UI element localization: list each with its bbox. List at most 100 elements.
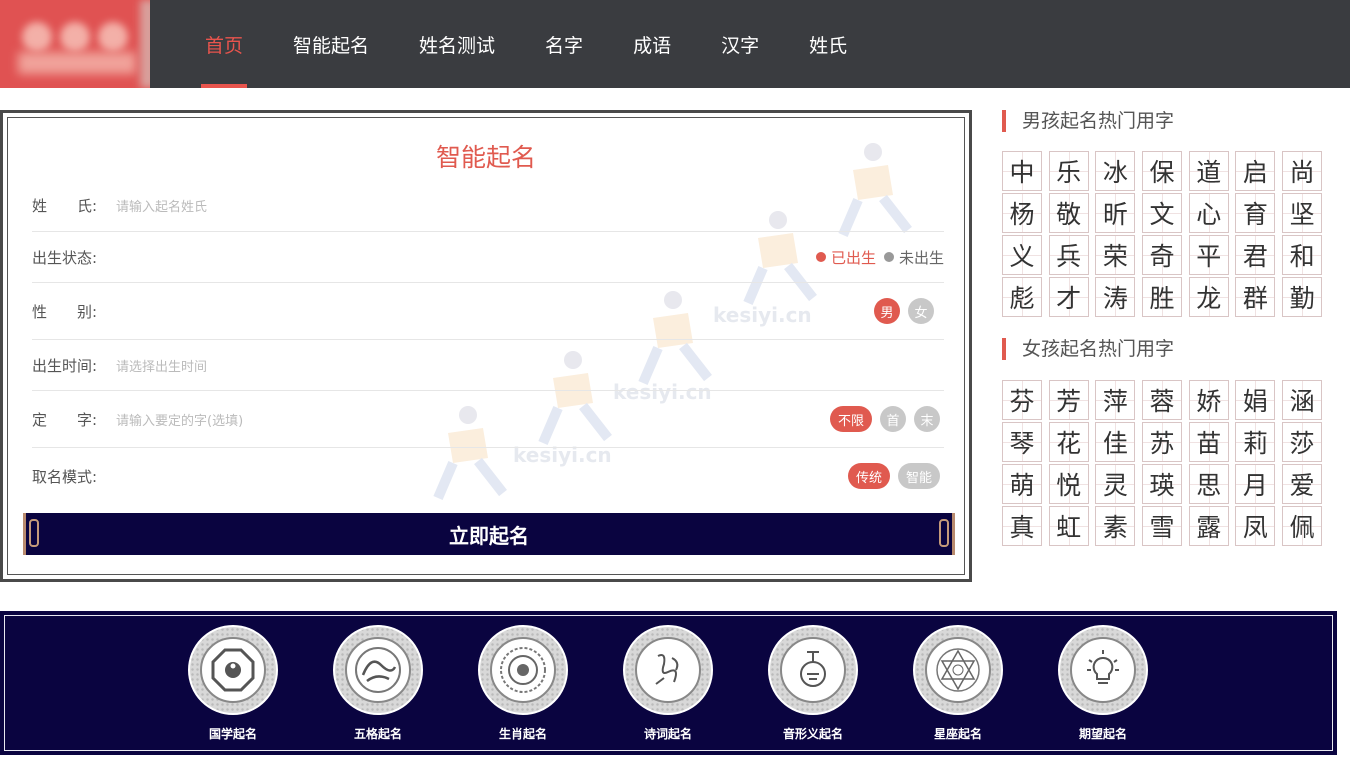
hot-char-cell[interactable]: 启 (1235, 151, 1276, 191)
hot-char-cell[interactable]: 芳 (1048, 380, 1089, 420)
hot-char-cell[interactable]: 涛 (1095, 277, 1136, 317)
submit-button[interactable]: 立即起名 (23, 513, 955, 555)
hot-char-cell[interactable]: 露 (1188, 506, 1229, 546)
hot-char-cell[interactable]: 花 (1048, 422, 1089, 462)
category-item[interactable]: 星座起名 (913, 625, 1003, 742)
category-item[interactable]: 诗词起名 (623, 625, 713, 742)
category-item[interactable]: 期望起名 (1058, 625, 1148, 742)
birth-time-label: 出生时间: (32, 356, 98, 375)
girl-chars-grid: 芬芳萍蓉娇娟涵琴花佳苏苗莉莎萌悦灵瑛思月爱真虹素雪露凤佩 (1002, 380, 1323, 546)
hot-char-cell[interactable]: 才 (1048, 277, 1089, 317)
hot-char-cell[interactable]: 和 (1282, 235, 1323, 275)
surname-input[interactable]: 请输入起名姓氏 (116, 196, 944, 215)
hot-char-cell[interactable]: 杨 (1002, 193, 1042, 233)
site-logo[interactable] (0, 0, 150, 88)
gender-female-button[interactable]: 女 (908, 298, 934, 324)
hot-char-cell[interactable]: 娟 (1235, 380, 1276, 420)
hot-char-cell[interactable]: 苗 (1188, 422, 1229, 462)
hot-char-cell[interactable]: 文 (1142, 193, 1183, 233)
mode-row: 取名模式: 传统 智能 (32, 448, 944, 504)
hot-char-cell[interactable]: 瑛 (1142, 464, 1183, 504)
nav-names[interactable]: 名字 (520, 0, 608, 88)
unborn-radio[interactable]: 未出生 (883, 247, 944, 268)
nav-smart-naming[interactable]: 智能起名 (268, 0, 394, 88)
gender-male-button[interactable]: 男 (874, 298, 900, 324)
fixed-char-input[interactable]: 请输入要定的字(选填) (116, 410, 830, 429)
category-item[interactable]: 国学起名 (188, 625, 278, 742)
hot-char-cell[interactable]: 中 (1002, 151, 1042, 191)
nav-surnames[interactable]: 姓氏 (784, 0, 872, 88)
hot-char-cell[interactable]: 保 (1142, 151, 1183, 191)
hot-char-cell[interactable]: 乐 (1048, 151, 1089, 191)
hot-char-cell[interactable]: 昕 (1095, 193, 1136, 233)
nav-idioms[interactable]: 成语 (608, 0, 696, 88)
calligraphy-icon (635, 637, 701, 703)
hot-char-cell[interactable]: 娇 (1188, 380, 1229, 420)
category-label: 生肖起名 (498, 727, 547, 741)
nav-home[interactable]: 首页 (180, 0, 268, 88)
fixed-last-button[interactable]: 末 (914, 406, 940, 432)
hot-char-cell[interactable]: 思 (1188, 464, 1229, 504)
hot-char-cell[interactable]: 萌 (1002, 464, 1042, 504)
category-item[interactable]: 五格起名 (333, 625, 423, 742)
hot-char-cell[interactable]: 悦 (1048, 464, 1089, 504)
surname-row: 姓 氏: 请输入起名姓氏 (32, 180, 944, 232)
category-item[interactable]: 音形义起名 (768, 625, 858, 742)
hot-char-cell[interactable]: 兵 (1048, 235, 1089, 275)
hot-char-cell[interactable]: 虹 (1048, 506, 1089, 546)
hot-char-cell[interactable]: 苏 (1142, 422, 1183, 462)
category-label: 五格起名 (353, 727, 402, 741)
fixed-char-label: 定 字: (32, 410, 98, 429)
hot-char-cell[interactable]: 凤 (1235, 506, 1276, 546)
mode-traditional-button[interactable]: 传统 (847, 463, 890, 489)
hot-char-cell[interactable]: 敬 (1048, 193, 1089, 233)
hot-char-cell[interactable]: 平 (1188, 235, 1229, 275)
hot-char-cell[interactable]: 君 (1235, 235, 1276, 275)
hot-char-cell[interactable]: 爱 (1282, 464, 1323, 504)
hot-char-cell[interactable]: 奇 (1142, 235, 1183, 275)
star-mandala-icon (925, 637, 991, 703)
hot-char-cell[interactable]: 真 (1002, 506, 1042, 546)
hot-char-cell[interactable]: 尚 (1282, 151, 1323, 191)
born-radio[interactable]: 已出生 (815, 247, 876, 268)
hot-char-cell[interactable]: 勤 (1282, 277, 1323, 317)
hot-char-cell[interactable]: 佳 (1095, 422, 1136, 462)
hot-char-cell[interactable]: 素 (1095, 506, 1136, 546)
hot-char-cell[interactable]: 胜 (1142, 277, 1183, 317)
hot-char-cell[interactable]: 芬 (1002, 380, 1042, 420)
hot-char-cell[interactable]: 佩 (1282, 506, 1323, 546)
zodiac-wheel-icon (490, 637, 556, 703)
hot-char-cell[interactable]: 育 (1235, 193, 1276, 233)
hot-char-cell[interactable]: 莎 (1282, 422, 1323, 462)
hot-char-cell[interactable]: 彪 (1002, 277, 1042, 317)
fixed-first-button[interactable]: 首 (880, 406, 906, 432)
hot-char-cell[interactable]: 蓉 (1142, 380, 1183, 420)
hot-char-cell[interactable]: 莉 (1235, 422, 1276, 462)
fixed-any-button[interactable]: 不限 (829, 406, 872, 432)
hot-char-cell[interactable]: 琴 (1002, 422, 1042, 462)
hot-char-cell[interactable]: 涵 (1282, 380, 1323, 420)
category-item[interactable]: 生肖起名 (478, 625, 568, 742)
top-header: 首页 智能起名 姓名测试 名字 成语 汉字 姓氏 (0, 0, 1350, 88)
hot-char-cell[interactable]: 龙 (1188, 277, 1229, 317)
hot-char-cell[interactable]: 群 (1235, 277, 1276, 317)
birth-status-row: 出生状态: 已出生 未出生 (32, 232, 944, 283)
hot-char-cell[interactable]: 义 (1002, 235, 1042, 275)
hot-char-cell[interactable]: 萍 (1095, 380, 1136, 420)
category-label: 音形义起名 (782, 727, 843, 741)
gender-label: 性 别: (32, 302, 98, 321)
hot-char-cell[interactable]: 冰 (1095, 151, 1136, 191)
hot-char-cell[interactable]: 道 (1188, 151, 1229, 191)
nav-chinese-chars[interactable]: 汉字 (696, 0, 784, 88)
nav-name-test[interactable]: 姓名测试 (394, 0, 520, 88)
category-ring (1058, 625, 1148, 715)
hot-char-cell[interactable]: 坚 (1282, 193, 1323, 233)
instrument-icon (780, 637, 846, 703)
hot-char-cell[interactable]: 月 (1235, 464, 1276, 504)
hot-char-cell[interactable]: 雪 (1142, 506, 1183, 546)
hot-char-cell[interactable]: 荣 (1095, 235, 1136, 275)
hot-char-cell[interactable]: 灵 (1095, 464, 1136, 504)
hot-char-cell[interactable]: 心 (1188, 193, 1229, 233)
birth-time-input[interactable]: 请选择出生时间 (116, 356, 944, 375)
mode-smart-button[interactable]: 智能 (897, 463, 940, 489)
